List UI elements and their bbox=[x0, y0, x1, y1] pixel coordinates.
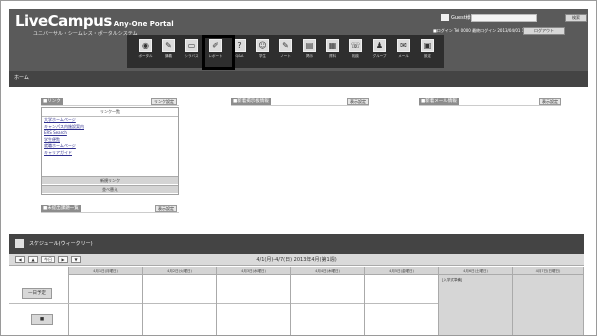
logo[interactable]: LiveCampus Any-One Portal bbox=[15, 12, 174, 30]
logout-button[interactable]: ログアウト bbox=[523, 27, 565, 35]
highlight-box bbox=[202, 35, 235, 70]
submissions-widget-title: ■未提出課題一覧 bbox=[41, 205, 81, 212]
day-header: 4月5日(金曜日) bbox=[365, 267, 438, 275]
app-icon-button[interactable]: ☏ 相談 bbox=[347, 39, 364, 61]
course-icon: ✎ bbox=[162, 39, 175, 52]
notice-widget-title: ■新着掲示板情報 bbox=[231, 98, 271, 105]
nav-strip: ホーム bbox=[9, 71, 588, 87]
app-icon-button[interactable]: ✎ ノート bbox=[277, 39, 294, 61]
app-icon-caption: 掲示 bbox=[306, 54, 313, 58]
user-icon: ☺ bbox=[256, 39, 269, 52]
new-link-button[interactable]: 新規リンク bbox=[42, 176, 178, 184]
app-icon-button[interactable]: ◉ ポータル bbox=[137, 39, 154, 61]
question-icon: ✉ bbox=[397, 39, 410, 52]
day-header: 4月3日(水曜日) bbox=[217, 267, 290, 275]
day-column[interactable]: 4月3日(水曜日) bbox=[217, 267, 291, 335]
day-header: 4月6日(土曜日) bbox=[439, 267, 512, 275]
day-column[interactable]: 4月4日(木曜日) bbox=[291, 267, 365, 335]
home-link[interactable]: ホーム bbox=[14, 74, 29, 81]
user-label: Guest様 bbox=[451, 15, 471, 21]
portal-page: LiveCampus Any-One Portal ユニバーサル・シームレス・ポー… bbox=[0, 0, 597, 336]
board-icon: ▤ bbox=[303, 39, 316, 52]
day-header: 4月1日(月曜日) bbox=[69, 267, 142, 275]
mail-widget-title: ■新着メール情報 bbox=[419, 98, 459, 105]
link-item[interactable]: キャリアガイド bbox=[42, 150, 178, 157]
app-icon-caption: 設定 bbox=[424, 54, 431, 58]
search-button[interactable]: 検索 bbox=[565, 14, 587, 22]
prev-week-button[interactable]: ◀ bbox=[15, 256, 25, 263]
portal-subtitle: ユニバーサル・シームレス・ポータルシステム bbox=[33, 31, 138, 37]
app-icon-caption: グループ bbox=[372, 54, 387, 58]
app-icon-button[interactable]: ▣ 設定 bbox=[419, 39, 436, 61]
app-icon-button[interactable]: ✉ メール bbox=[395, 39, 412, 61]
mail-settings-button[interactable]: 表示設定 bbox=[539, 98, 561, 105]
schedule-nav: 4/1(月)-4/7(日) 2013年4月(第1週) ◀ ▲ 今日 ▶ ▼ bbox=[9, 254, 584, 266]
app-icon-button[interactable]: ▤ 掲示 bbox=[301, 39, 318, 61]
app-icon-button[interactable]: ▭ シラバス bbox=[183, 39, 200, 61]
syllabus-icon: ▭ bbox=[185, 39, 198, 52]
schedule-event[interactable]: [入学式準備] bbox=[442, 278, 462, 283]
app-icon-caption: ノート bbox=[280, 54, 291, 58]
submissions-widget-header: ■未提出課題一覧 表示設定 bbox=[41, 204, 179, 213]
app-icon-caption: ポータル bbox=[138, 54, 153, 58]
today-button[interactable]: 今日 bbox=[41, 256, 55, 263]
submissions-settings-button[interactable]: 表示設定 bbox=[155, 205, 177, 212]
document-icon: ▦ bbox=[326, 39, 339, 52]
app-icon-caption: 相談 bbox=[352, 54, 359, 58]
schedule-grid: 一日予定 ■ 4月1日(月曜日) 4月2日(火曜日) 4月3日(水曜日) 4月4日(木… bbox=[9, 267, 584, 335]
app-icon-bar: ◉ ポータル ✎ 講義 ▭ シラバス ✐ レポート? Q&A ☺ 学生 ✎ ノート ▤ 掲示 ▦ 資料 ☏ 相談 ♟ グ… bbox=[127, 35, 444, 68]
links-settings-button[interactable]: リンク設定 bbox=[151, 98, 177, 105]
search-input[interactable] bbox=[471, 14, 537, 22]
calendar-icon bbox=[15, 239, 24, 248]
prev-day-button[interactable]: ▲ bbox=[28, 256, 38, 263]
day-header: 4月7日(日曜日) bbox=[513, 267, 583, 275]
notice-settings-button[interactable]: 表示設定 bbox=[347, 98, 369, 105]
schedule-header: スケジュール(ウィークリー) bbox=[9, 234, 584, 254]
day-column[interactable]: 4月6日(土曜日) [入学式準備] bbox=[439, 267, 513, 335]
links-widget-header: ■リンク リンク設定 bbox=[41, 97, 179, 106]
app-icon-caption: シラバス bbox=[184, 54, 199, 58]
app-icon-button[interactable]: ♟ グループ bbox=[371, 39, 388, 61]
app-icon-caption: 学生 bbox=[259, 54, 266, 58]
notice-widget-header: ■新着掲示板情報 表示設定 bbox=[231, 97, 369, 106]
app-icon-button[interactable]: ▦ 資料 bbox=[324, 39, 341, 61]
schedule-title: スケジュール(ウィークリー) bbox=[29, 241, 93, 247]
note-icon: ✎ bbox=[279, 39, 292, 52]
login-info: ■ログイン Tel 0000 最終ログイン 2013/04/01 10:00 bbox=[433, 28, 534, 33]
day-header: 4月4日(木曜日) bbox=[291, 267, 364, 275]
next-week-button[interactable]: ▼ bbox=[71, 256, 81, 263]
portal-icon: ◉ bbox=[139, 39, 152, 52]
app-icon-button[interactable]: ☺ 学生 bbox=[254, 39, 271, 61]
links-list: リンク一覧 大学ホームページ キャンパス内施設案内 ERS Search 学生便覧 就職… bbox=[41, 107, 179, 195]
app-icon-caption: 講義 bbox=[165, 54, 172, 58]
user-icon bbox=[441, 14, 449, 21]
app-icon-caption: メール bbox=[398, 54, 409, 58]
time-column bbox=[9, 267, 69, 335]
links-widget-title: ■リンク bbox=[41, 98, 63, 105]
day-column[interactable]: 4月2日(火曜日) bbox=[143, 267, 217, 335]
day-column[interactable]: 4月7日(日曜日) bbox=[513, 267, 584, 335]
reorder-links-button[interactable]: 並べ替え bbox=[42, 185, 178, 193]
mail-widget-header: ■新着メール情報 表示設定 bbox=[419, 97, 561, 106]
time-row-button[interactable]: ■ bbox=[31, 314, 53, 325]
week-label: 4/1(月)-4/7(日) 2013年4月(第1週) bbox=[256, 257, 337, 263]
links-list-head: リンク一覧 bbox=[42, 108, 178, 117]
app-icon-caption: 資料 bbox=[329, 54, 336, 58]
people-icon: ♟ bbox=[373, 39, 386, 52]
day-column[interactable]: 4月5日(金曜日) bbox=[365, 267, 439, 335]
chat-icon: ☏ bbox=[349, 39, 362, 52]
all-day-row-button[interactable]: 一日予定 bbox=[22, 288, 52, 299]
day-column[interactable]: 4月1日(月曜日) bbox=[69, 267, 143, 335]
schedule-icon: ▣ bbox=[421, 39, 434, 52]
app-icon-button[interactable]: ✎ 講義 bbox=[160, 39, 177, 61]
next-day-button[interactable]: ▶ bbox=[58, 256, 68, 263]
day-header: 4月2日(火曜日) bbox=[143, 267, 216, 275]
